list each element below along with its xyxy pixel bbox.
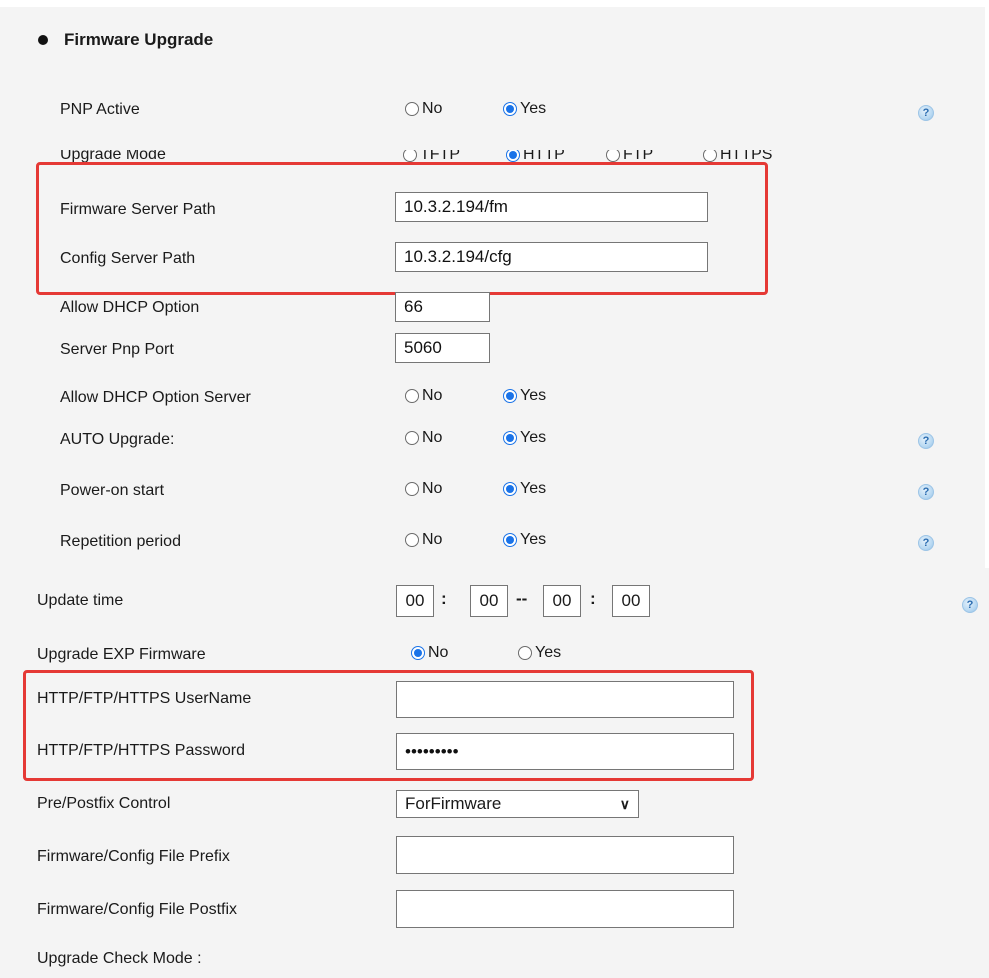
bullet-icon — [38, 35, 48, 45]
radio-circle[interactable] — [403, 150, 417, 162]
time-colon: : — [590, 589, 596, 608]
radio-circle[interactable] — [411, 646, 425, 660]
radio-label: HTTPS — [720, 150, 773, 162]
allow-dhcp-option-label: Allow DHCP Option — [60, 299, 200, 316]
radio-label: Yes — [520, 480, 547, 497]
highlight-box-server-paths — [36, 162, 768, 295]
radio-label: Yes — [520, 100, 547, 117]
radio-label: Yes — [520, 429, 547, 446]
upgrade-mode-tftp-radio[interactable]: TFTP — [403, 150, 460, 162]
pnp-active-no-radio[interactable]: No — [405, 100, 442, 118]
help-icon[interactable]: ? — [918, 105, 934, 121]
radio-label: HTTP — [523, 150, 565, 162]
radio-circle[interactable] — [405, 431, 419, 445]
radio-label: No — [422, 387, 443, 404]
allow-dhcp-option-server-label: Allow DHCP Option Server — [60, 389, 251, 406]
radio-circle[interactable] — [506, 150, 520, 162]
radio-circle[interactable] — [405, 482, 419, 496]
pre-postfix-control-select[interactable]: ForFirmware ∨ — [396, 790, 639, 818]
upgrade-exp-no-radio[interactable]: No — [411, 644, 448, 662]
pnp-active-label: PNP Active — [60, 101, 140, 118]
upgrade-exp-yes-radio[interactable]: Yes — [518, 644, 561, 662]
radio-label: Yes — [520, 531, 547, 548]
file-postfix-input[interactable] — [396, 890, 734, 928]
radio-label: Yes — [520, 387, 547, 404]
server-pnp-port-input[interactable] — [395, 333, 490, 363]
radio-circle[interactable] — [503, 533, 517, 547]
radio-label: No — [422, 429, 443, 446]
select-value: ForFirmware — [405, 794, 502, 813]
repetition-period-no-radio[interactable]: No — [405, 531, 442, 549]
dhcp-option-server-yes-radio[interactable]: Yes — [503, 387, 546, 405]
dhcp-option-server-no-radio[interactable]: No — [405, 387, 442, 405]
section-header: Firmware Upgrade — [38, 30, 213, 50]
time-dash: -- — [516, 589, 528, 608]
file-prefix-input[interactable] — [396, 836, 734, 874]
radio-label: Yes — [535, 644, 562, 661]
help-icon[interactable]: ? — [918, 484, 934, 500]
settings-panel: Firmware Upgrade PNP Active No Yes ? Upg… — [0, 0, 989, 978]
file-prefix-label: Firmware/Config File Prefix — [37, 848, 230, 865]
radio-circle[interactable] — [503, 482, 517, 496]
radio-label: No — [422, 100, 443, 117]
repetition-period-yes-radio[interactable]: Yes — [503, 531, 546, 549]
upgrade-mode-https-radio[interactable]: HTTPS — [703, 150, 772, 162]
pnp-active-yes-radio[interactable]: Yes — [503, 100, 546, 118]
auto-upgrade-no-radio[interactable]: No — [405, 429, 442, 447]
upgrade-mode-http-radio[interactable]: HTTP — [506, 150, 565, 162]
radio-label: No — [422, 531, 443, 548]
chevron-down-icon: ∨ — [619, 796, 630, 812]
radio-label: No — [428, 644, 449, 661]
file-postfix-label: Firmware/Config File Postfix — [37, 901, 238, 918]
radio-circle[interactable] — [405, 389, 419, 403]
radio-circle[interactable] — [503, 389, 517, 403]
upgrade-check-mode-label: Upgrade Check Mode : — [37, 950, 202, 967]
help-icon[interactable]: ? — [962, 597, 978, 613]
radio-circle[interactable] — [405, 102, 419, 116]
upgrade-mode-row: Upgrade Mode TFTP HTTP FTP HTTPS — [60, 150, 780, 162]
right-edge — [985, 0, 989, 568]
upgrade-exp-firmware-label: Upgrade EXP Firmware — [37, 646, 206, 663]
top-strip — [0, 0, 989, 7]
repetition-period-label: Repetition period — [60, 533, 181, 550]
allow-dhcp-option-input[interactable] — [395, 292, 490, 322]
radio-circle[interactable] — [606, 150, 620, 162]
radio-circle[interactable] — [703, 150, 717, 162]
radio-circle[interactable] — [503, 102, 517, 116]
update-time-end-minute[interactable]: 00 — [612, 585, 650, 617]
auto-upgrade-label: AUTO Upgrade: — [60, 431, 175, 448]
help-icon[interactable]: ? — [918, 433, 934, 449]
radio-circle[interactable] — [503, 431, 517, 445]
pre-postfix-control-label: Pre/Postfix Control — [37, 795, 171, 812]
power-on-start-no-radio[interactable]: No — [405, 480, 442, 498]
radio-label: FTP — [623, 150, 654, 162]
radio-circle[interactable] — [405, 533, 419, 547]
help-icon[interactable]: ? — [918, 535, 934, 551]
upgrade-mode-ftp-radio[interactable]: FTP — [606, 150, 653, 162]
update-time-start-hour[interactable]: 00 — [396, 585, 434, 617]
radio-label: No — [422, 480, 443, 497]
time-colon: : — [441, 589, 447, 608]
auto-upgrade-yes-radio[interactable]: Yes — [503, 429, 546, 447]
update-time-label: Update time — [37, 592, 124, 609]
radio-label: TFTP — [420, 150, 460, 162]
power-on-start-yes-radio[interactable]: Yes — [503, 480, 546, 498]
power-on-start-label: Power-on start — [60, 482, 165, 499]
server-pnp-port-label: Server Pnp Port — [60, 341, 174, 358]
update-time-end-hour[interactable]: 00 — [543, 585, 581, 617]
section-title: Firmware Upgrade — [64, 30, 214, 49]
radio-circle[interactable] — [518, 646, 532, 660]
update-time-start-minute[interactable]: 00 — [470, 585, 508, 617]
upgrade-mode-label: Upgrade Mode — [60, 150, 166, 162]
highlight-box-credentials — [23, 670, 754, 781]
